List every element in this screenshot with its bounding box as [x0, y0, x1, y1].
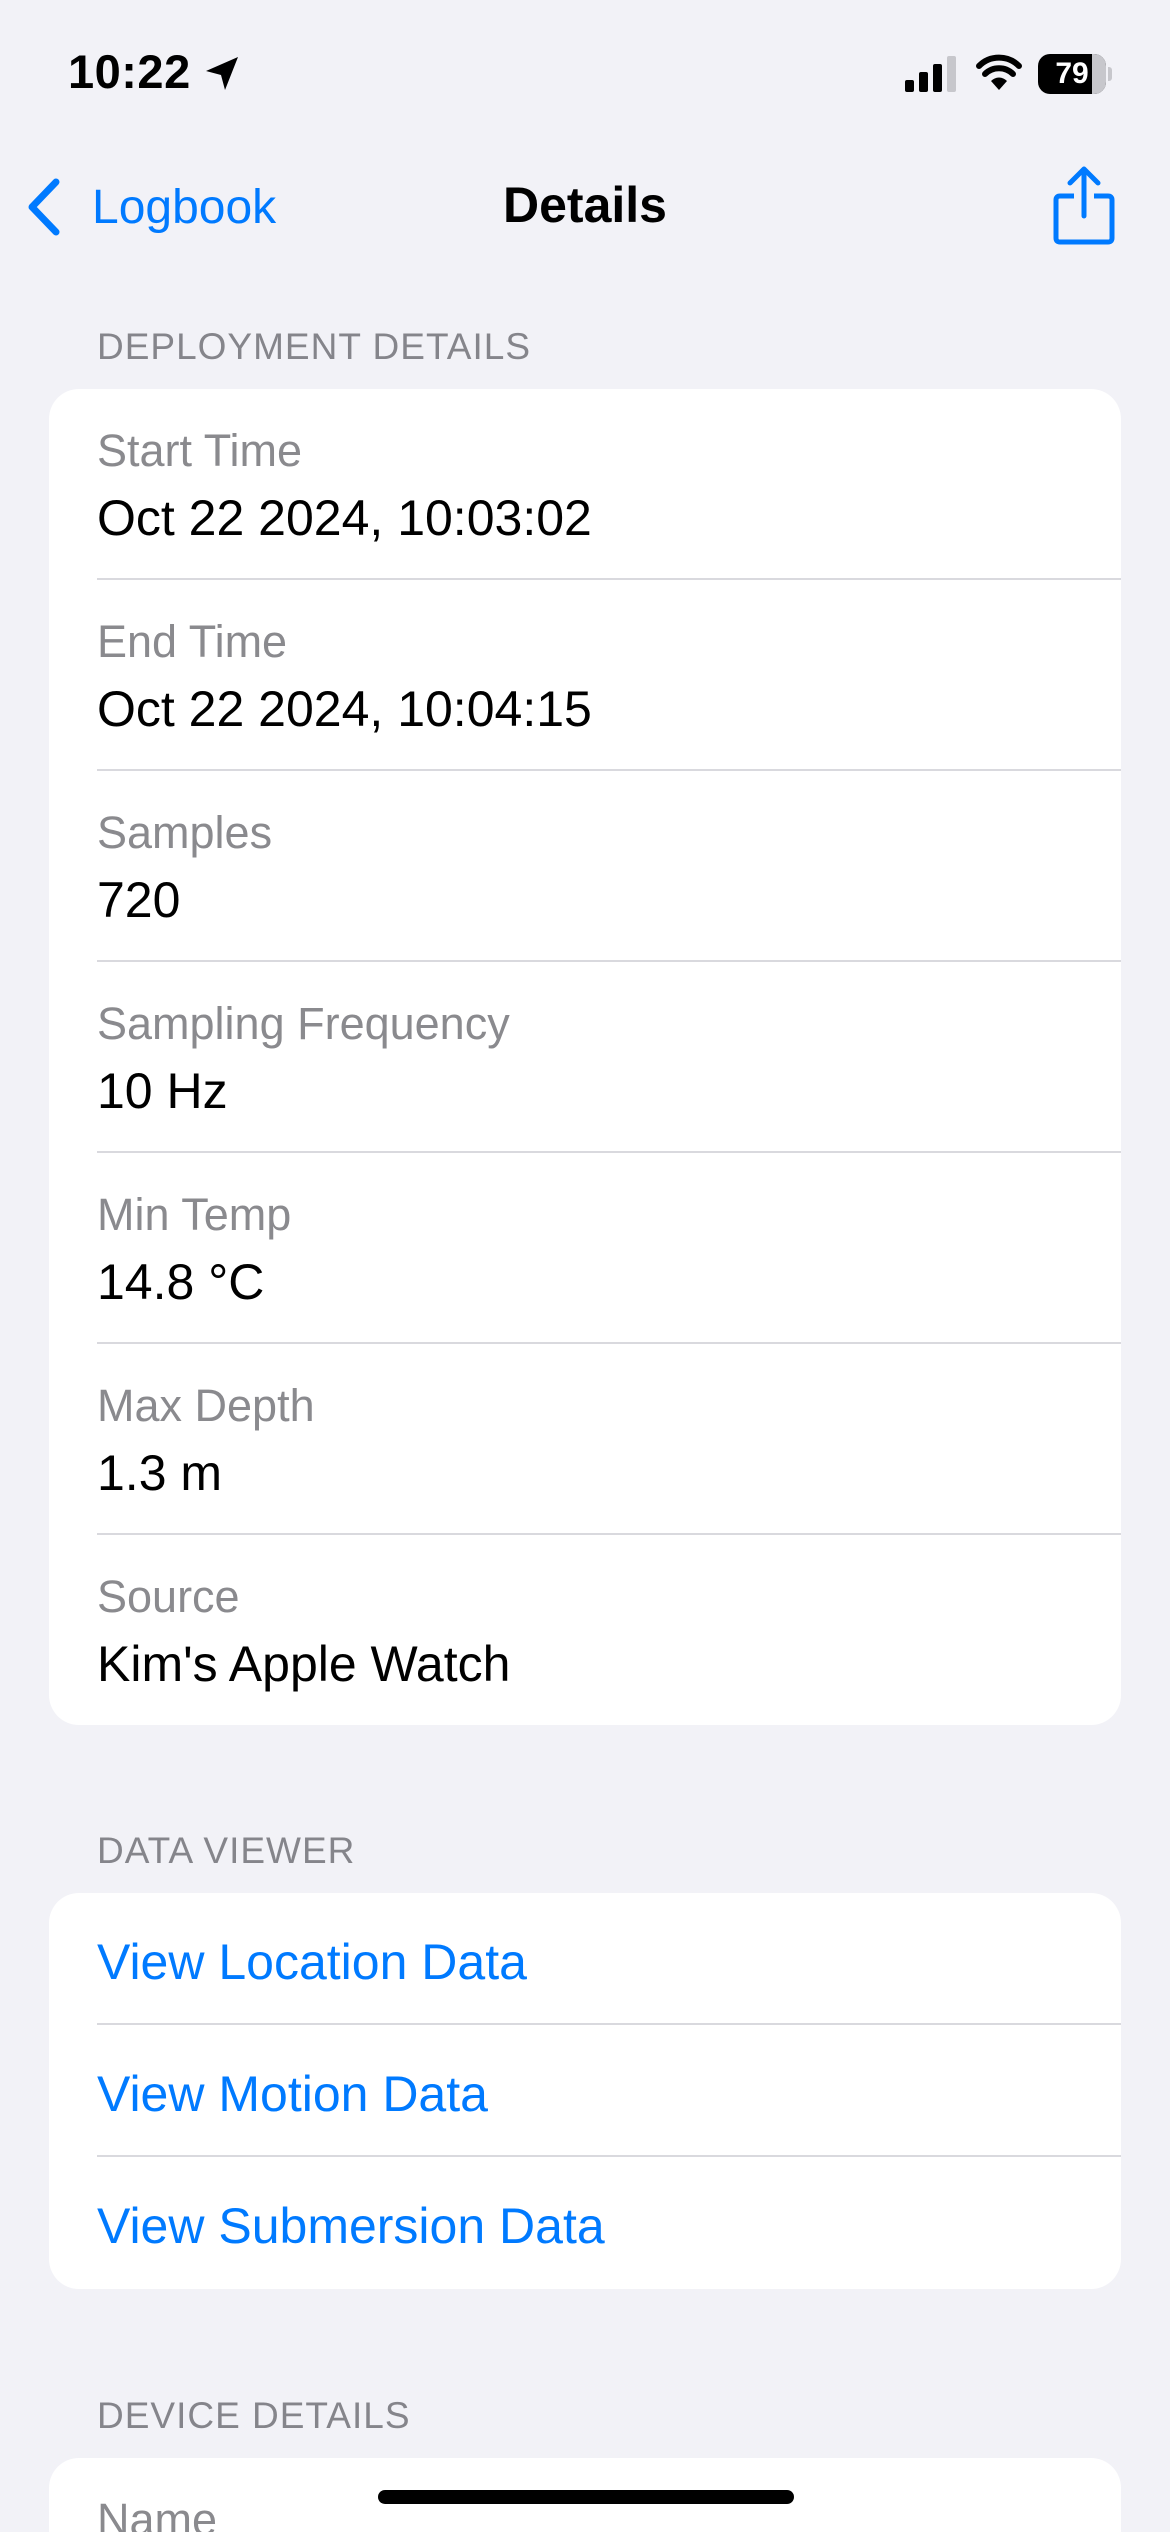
location-arrow-icon [206, 57, 238, 90]
battery-icon: 79 [1038, 54, 1112, 94]
status-bar: 10:22 79 [0, 0, 1170, 150]
detail-label: Start Time [97, 425, 303, 476]
detail-value: Oct 22 2024, 10:04:15 [97, 681, 592, 737]
detail-row-start-time: Start Time Oct 22 2024, 10:03:02 [49, 389, 1121, 580]
page-title: Details [503, 177, 667, 233]
detail-label: End Time [97, 616, 288, 667]
wifi-icon [976, 54, 1022, 90]
data-viewer-header: DATA VIEWER [97, 1830, 356, 1871]
data-viewer-card: View Location Data View Motion Data View… [49, 1893, 1121, 2289]
detail-value: Kim's Apple Watch [97, 1636, 511, 1692]
detail-value: 1.3 m [97, 1445, 223, 1501]
detail-row-source: Source Kim's Apple Watch [49, 1535, 1121, 1725]
home-indicator [378, 2490, 794, 2504]
detail-label: Samples [97, 807, 273, 858]
detail-label: Name [97, 2494, 218, 2532]
detail-row-min-temp: Min Temp 14.8 °C [49, 1153, 1121, 1344]
detail-value: Oct 22 2024, 10:03:02 [97, 490, 592, 546]
details-screen: 10:22 79 Logbook Details DEPLOYMENT DETA… [0, 0, 1170, 2532]
detail-label: Source [97, 1571, 240, 1622]
detail-value: 10 Hz [97, 1063, 228, 1119]
battery-level: 79 [1055, 57, 1089, 90]
detail-value: 720 [97, 872, 181, 928]
detail-row-end-time: End Time Oct 22 2024, 10:04:15 [49, 580, 1121, 771]
detail-value: 14.8 °C [97, 1254, 265, 1310]
detail-label: Sampling Frequency [97, 998, 510, 1049]
share-icon[interactable] [1052, 166, 1116, 246]
link-label: View Location Data [97, 1934, 527, 1990]
device-details-header: DEVICE DETAILS [97, 2395, 411, 2436]
link-label: View Motion Data [97, 2066, 488, 2122]
deployment-details-card: Start Time Oct 22 2024, 10:03:02 End Tim… [49, 389, 1121, 1725]
cellular-signal-icon [905, 56, 956, 92]
battery-cap [1108, 67, 1112, 81]
detail-row-samples: Samples 720 [49, 771, 1121, 962]
battery-body: 79 [1038, 54, 1106, 94]
status-time: 10:22 [68, 45, 191, 98]
detail-row-max-depth: Max Depth 1.3 m [49, 1344, 1121, 1535]
view-submersion-data-link[interactable]: View Submersion Data [49, 2157, 1121, 2289]
detail-label: Max Depth [97, 1380, 315, 1431]
link-label: View Submersion Data [97, 2198, 605, 2254]
detail-label: Min Temp [97, 1189, 292, 1240]
view-motion-data-link[interactable]: View Motion Data [49, 2025, 1121, 2157]
deployment-details-header: DEPLOYMENT DETAILS [97, 326, 532, 367]
detail-row-sampling-frequency: Sampling Frequency 10 Hz [49, 962, 1121, 1153]
view-location-data-link[interactable]: View Location Data [49, 1893, 1121, 2025]
